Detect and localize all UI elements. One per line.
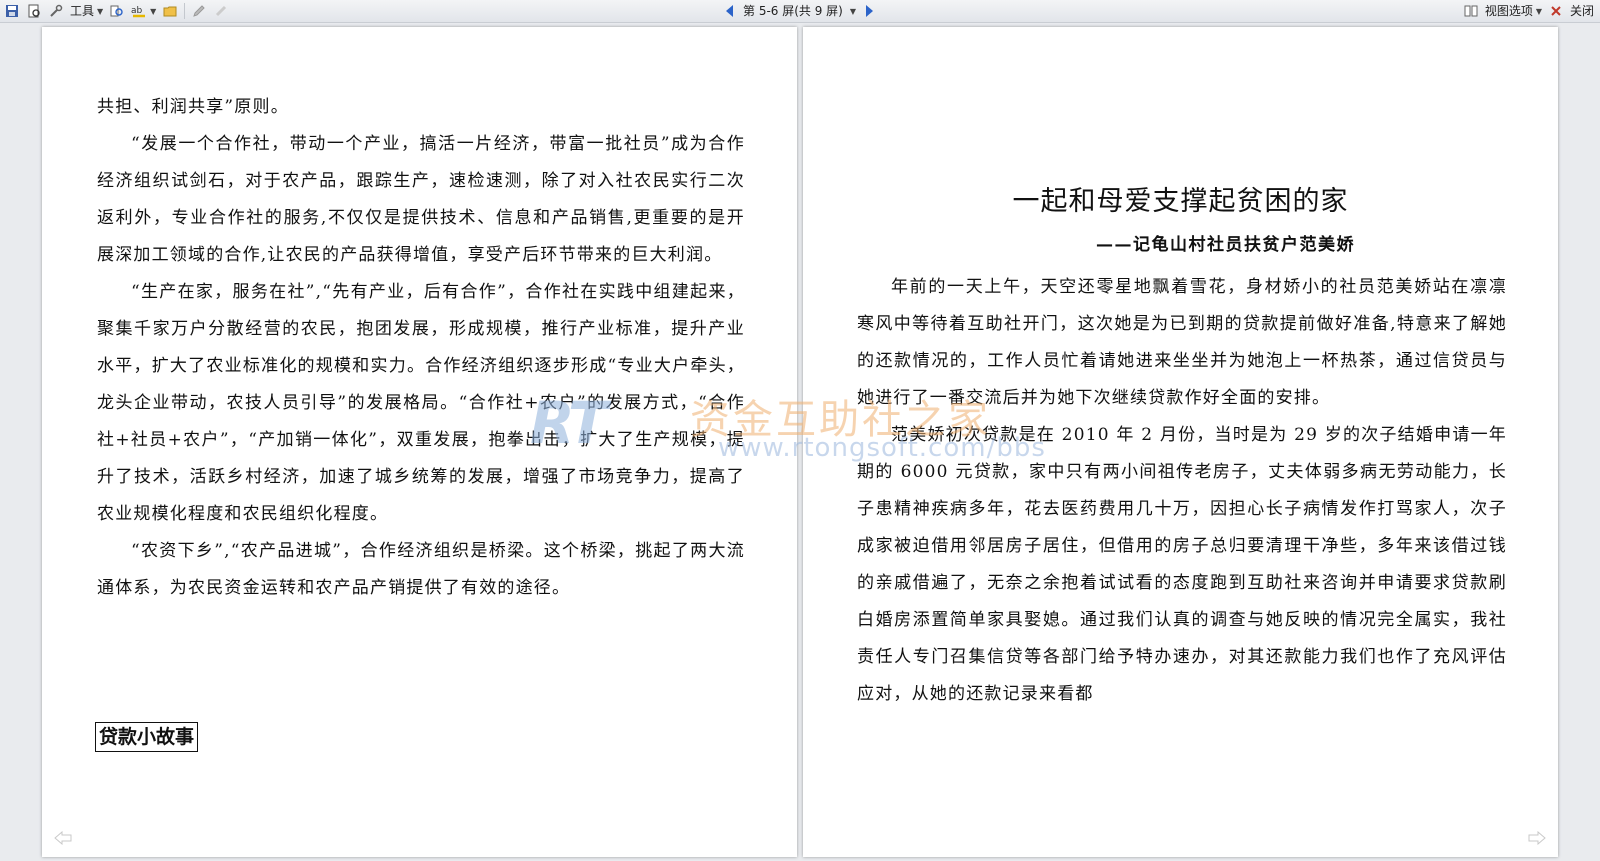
highlight-icon[interactable] — [213, 3, 229, 19]
paragraph: “农资下乡”,“农产品进城”，合作经济组织是桥梁。这个桥梁，挑起了两大流通体系，… — [97, 541, 745, 598]
next-page-arrow-icon[interactable] — [1528, 831, 1546, 845]
paragraph: 共担、利润共享”原则。 — [97, 97, 289, 117]
article-subtitle: ——记龟山村社员扶贫户范美娇 — [1096, 235, 1355, 255]
chevron-down-icon[interactable]: ▼ — [850, 7, 856, 16]
document-page-right: 一起和母爱支撑起贫困的家 ——记龟山村社员扶贫户范美娇 年前的一天上午，天空还零… — [803, 27, 1558, 857]
previous-screen-arrow-icon[interactable] — [726, 5, 733, 17]
chevron-down-icon[interactable]: ▼ — [97, 7, 103, 16]
left-page-body: 共担、利润共享”原则。 “发展一个合作社，带动一个产业，搞活一片经济，带富一批社… — [97, 89, 745, 607]
document-page-left: 共担、利润共享”原则。 “发展一个合作社，带动一个产业，搞活一片经济，带富一批社… — [42, 27, 797, 857]
tools-icon[interactable] — [48, 3, 64, 19]
spelling-icon[interactable]: ab — [131, 3, 147, 19]
right-page-body: 年前的一天上午，天空还零星地飘着雪花，身材娇小的社员范美娇站在凛凛寒风中等待着互… — [857, 269, 1507, 713]
reading-toolbar: 工具 ▼ ab ▼ 第 5-6 屏(共 9 屏) ▼ 视图选项 ▼ 关闭 — [0, 0, 1600, 23]
folder-icon[interactable] — [162, 3, 178, 19]
edit-icon[interactable] — [191, 3, 207, 19]
tools-menu[interactable]: 工具 — [70, 2, 94, 20]
toolbar-left-group: 工具 ▼ ab ▼ — [4, 2, 229, 20]
previous-page-arrow-icon[interactable] — [54, 831, 72, 845]
toolbar-right-group: 视图选项 ▼ 关闭 — [1463, 2, 1594, 20]
page-navigation: 第 5-6 屏(共 9 屏) ▼ — [726, 2, 874, 20]
article-title: 一起和母爱支撑起贫困的家 — [1012, 186, 1349, 217]
view-options-icon[interactable] — [1463, 3, 1479, 19]
paragraph: 年前的一天上午，天空还零星地飘着雪花，身材娇小的社员范美娇站在凛凛寒风中等待着互… — [857, 277, 1507, 408]
view-options-menu[interactable]: 视图选项 — [1485, 2, 1533, 20]
close-icon[interactable] — [1548, 3, 1564, 19]
chevron-down-icon[interactable]: ▼ — [1536, 7, 1542, 16]
section-heading: 贷款小故事 — [95, 722, 199, 752]
print-preview-icon[interactable] — [26, 3, 42, 19]
paragraph: “生产在家，服务在社”,“先有产业，后有合作”，合作社在实践中组建起来，聚集千家… — [97, 282, 745, 524]
next-screen-arrow-icon[interactable] — [866, 5, 874, 17]
research-icon[interactable] — [109, 3, 125, 19]
paragraph: “发展一个合作社，带动一个产业，搞活一片经济，带富一批社员”成为合作经济组织试剑… — [97, 134, 745, 265]
paragraph: 范美娇初次贷款是在 2010 年 2 月份，当时是为 29 岁的次子结婚申请一年… — [857, 425, 1507, 704]
svg-text:ab: ab — [131, 6, 143, 16]
chevron-down-icon[interactable]: ▼ — [150, 7, 156, 16]
toolbar-divider — [184, 3, 186, 19]
save-icon[interactable] — [4, 3, 20, 19]
close-button[interactable]: 关闭 — [1570, 2, 1594, 20]
page-indicator[interactable]: 第 5-6 屏(共 9 屏) — [743, 2, 843, 20]
